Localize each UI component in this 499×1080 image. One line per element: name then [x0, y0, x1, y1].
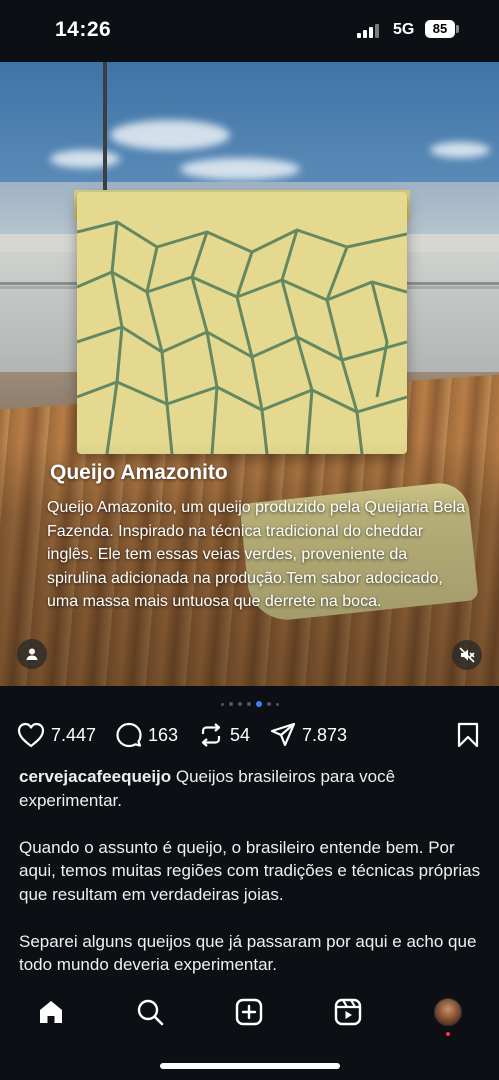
image-caption-body: Queijo Amazonito, um queijo produzido pe…: [47, 499, 466, 611]
carousel-dot-active: [255, 701, 262, 707]
post-username[interactable]: cervejacafeequeijo: [19, 767, 171, 786]
carousel-dot: [275, 702, 279, 706]
signal-icon: [357, 24, 381, 38]
image-pole: [103, 62, 107, 202]
carousel-dot: [266, 702, 271, 706]
carousel-dot: [237, 702, 242, 706]
like-button[interactable]: 7.447: [17, 720, 96, 750]
battery-tip: [456, 25, 459, 33]
heart-icon: [17, 722, 45, 748]
speaker-muted-icon: [459, 647, 475, 663]
network-label: 5G: [393, 21, 415, 38]
comment-button[interactable]: 163: [116, 720, 178, 750]
nav-profile[interactable]: [432, 996, 464, 1028]
repost-count: 54: [230, 724, 251, 745]
nav-home[interactable]: [35, 996, 67, 1028]
home-indicator[interactable]: [160, 1063, 340, 1069]
nav-reels[interactable]: [332, 996, 364, 1028]
create-icon: [235, 998, 263, 1026]
nav-create[interactable]: [233, 996, 265, 1028]
share-button[interactable]: 7.873: [270, 720, 347, 750]
person-icon: [26, 648, 38, 660]
status-bar: 14:26 5G 85: [0, 0, 499, 62]
search-icon: [137, 999, 164, 1026]
repost-button[interactable]: 54: [198, 720, 250, 750]
caption-paragraph: Separei alguns queijos que já passaram p…: [19, 931, 477, 975]
battery-icon: 85: [425, 20, 455, 38]
send-icon: [270, 722, 296, 747]
carousel-indicator: [0, 699, 499, 709]
post-image[interactable]: Queijo Amazonito Queijo Amazonito, um qu…: [0, 62, 499, 686]
post-actions: 7.447 163 54 7.873: [0, 720, 499, 750]
bookmark-icon: [457, 722, 479, 748]
caption-paragraph: Quando o assunto é queijo, o brasileiro …: [19, 837, 481, 904]
image-cloud: [50, 150, 120, 168]
caption-first-paragraph: cervejacafeequeijo Queijos brasileiros p…: [19, 765, 489, 812]
status-time: 14:26: [55, 18, 112, 41]
tagged-users-button[interactable]: [17, 639, 47, 669]
mute-button[interactable]: [452, 640, 482, 670]
notification-dot: [446, 1032, 450, 1036]
repost-icon: [201, 723, 221, 747]
instagram-post-screen: 14:26 5G 85 Queijo Amazonito Queijo Amaz…: [0, 0, 499, 1080]
image-cloud: [180, 158, 300, 180]
carousel-dot: [228, 702, 233, 706]
image-cloud: [110, 120, 230, 150]
image-cheese-block: [77, 192, 407, 454]
share-count: 7.873: [302, 724, 348, 745]
post-caption: cervejacafeequeijo Queijos brasileiros p…: [19, 765, 489, 1000]
home-icon: [40, 1001, 62, 1023]
comment-icon: [116, 722, 142, 748]
cheese-veins: [77, 220, 407, 454]
comment-count: 163: [148, 724, 179, 745]
carousel-dot: [246, 702, 251, 706]
image-cloud: [430, 142, 490, 158]
save-button[interactable]: [456, 722, 480, 753]
nav-search[interactable]: [134, 996, 166, 1028]
carousel-dot: [220, 702, 224, 706]
profile-avatar: [434, 998, 462, 1026]
reels-icon: [334, 998, 362, 1026]
image-caption-title: Queijo Amazonito: [50, 461, 228, 484]
like-count: 7.447: [51, 724, 97, 745]
